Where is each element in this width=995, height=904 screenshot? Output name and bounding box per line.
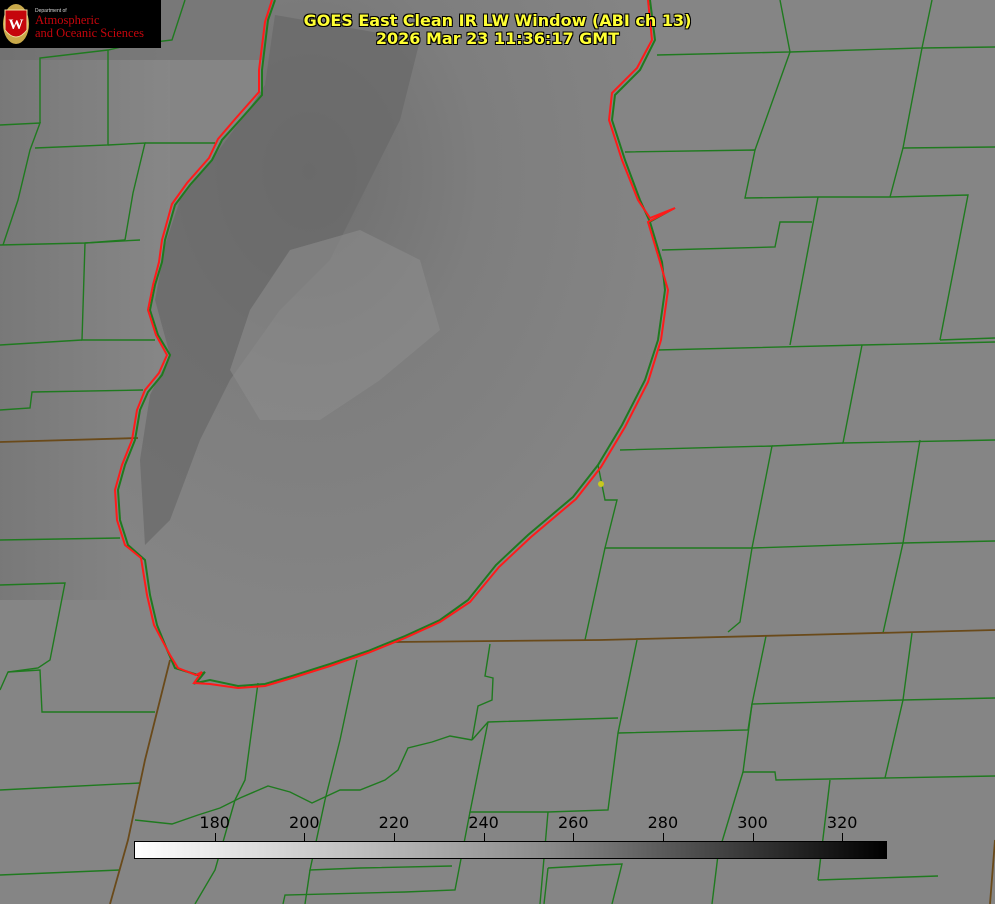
station-marker bbox=[598, 481, 604, 487]
image-title: GOES East Clean IR LW Window (ABI ch 13) bbox=[303, 11, 692, 30]
map-canvas bbox=[0, 0, 995, 904]
image-timestamp: 2026 Mar 23 11:36:17 GMT bbox=[375, 29, 620, 48]
satellite-image-viewer: W Department of Atmospheric and Oceanic … bbox=[0, 0, 995, 904]
temperature-colorbar bbox=[134, 841, 887, 859]
